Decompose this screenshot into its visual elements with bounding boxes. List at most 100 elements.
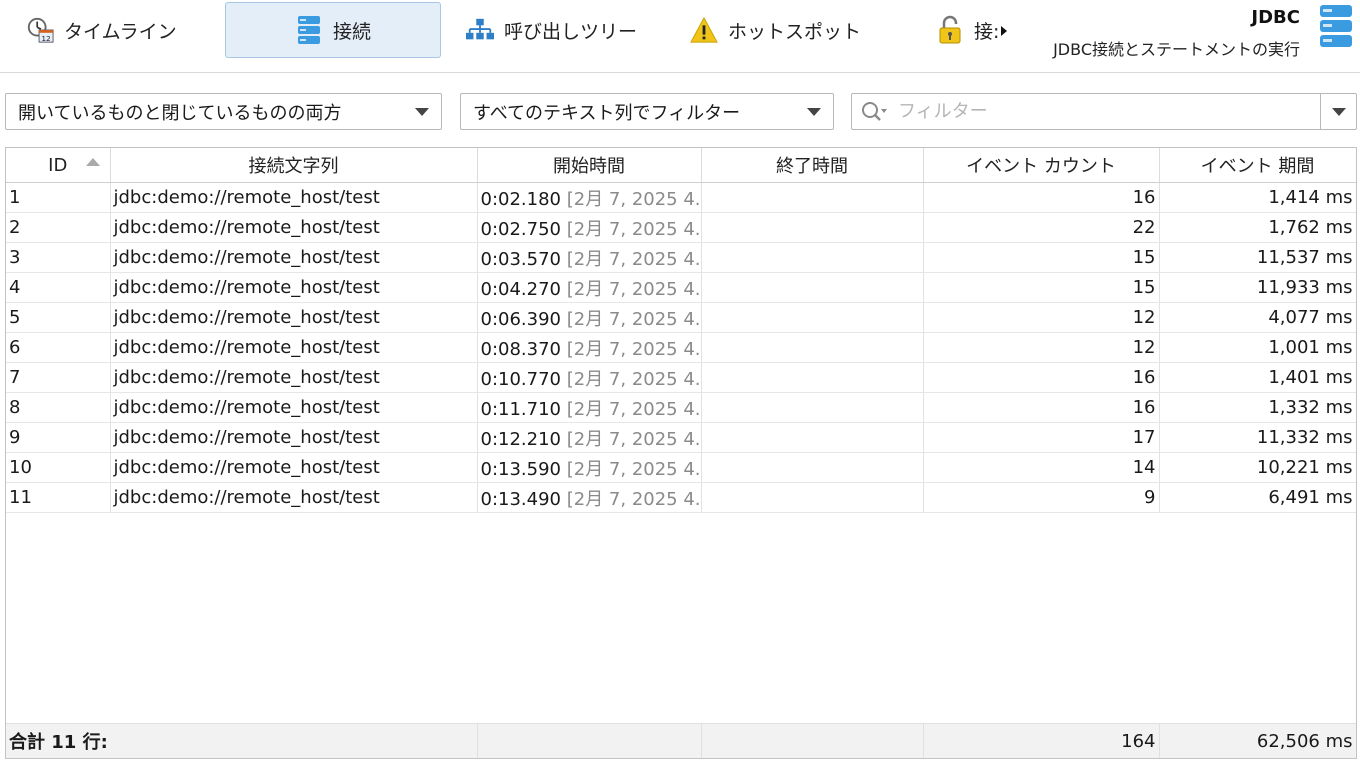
cell-id: 5 (6, 302, 111, 333)
start-date-value: [2月 7, 2025 4.. (566, 308, 701, 330)
tab-call-tree[interactable]: 呼び出しツリー (466, 2, 666, 58)
cell-connection-string: jdbc:demo://remote_host/test (110, 182, 478, 213)
cell-connection-string: jdbc:demo://remote_host/test (110, 452, 478, 483)
cell-id: 10 (6, 452, 111, 483)
table-row[interactable]: 10 jdbc:demo://remote_host/test 0:13.590 [… (6, 452, 1356, 483)
cell-event-count: 12 (923, 332, 1160, 363)
column-header-start-time[interactable]: 開始時間 (477, 148, 702, 183)
table-row[interactable]: 6 jdbc:demo://remote_host/test 0:08.370 [2… (6, 332, 1356, 363)
tab-scroll-right-icon[interactable] (1001, 26, 1007, 36)
table-row[interactable]: 7 jdbc:demo://remote_host/test 0:10.770 [2… (6, 362, 1356, 393)
table-row[interactable]: 5 jdbc:demo://remote_host/test 0:06.390 [2… (6, 302, 1356, 333)
cell-id: 7 (6, 362, 111, 393)
search-history-dropdown[interactable] (1320, 94, 1356, 129)
cell-id: 11 (6, 482, 111, 513)
column-header-id[interactable]: ID (6, 148, 111, 183)
footer-total-count: 164 (923, 724, 1160, 758)
start-time-value: 0:02.750 (480, 218, 562, 240)
view-toolbar: 12 タイムライン 接続 呼び出しツリー ホットスポット 接: JDBC JDB… (0, 0, 1360, 73)
cell-event-duration: 1,414 ms (1159, 182, 1356, 213)
cell-connection-string: jdbc:demo://remote_host/test (110, 422, 478, 453)
database-icon (295, 16, 323, 44)
cell-id: 2 (6, 212, 111, 243)
cell-end-time (701, 332, 924, 363)
table-row[interactable]: 3 jdbc:demo://remote_host/test 0:03.570 [2… (6, 242, 1356, 273)
cell-event-count: 14 (923, 452, 1160, 483)
chevron-down-icon (415, 107, 429, 116)
cell-event-duration: 4,077 ms (1159, 302, 1356, 333)
probe-title: JDBC (1251, 7, 1300, 28)
cell-event-count: 16 (923, 362, 1160, 393)
cell-start-time: 0:02.750 [2月 7, 2025 4.. (477, 212, 702, 243)
call-tree-icon (466, 16, 494, 44)
cell-end-time (701, 452, 924, 483)
start-date-value: [2月 7, 2025 4.. (566, 278, 701, 300)
cell-event-duration: 1,762 ms (1159, 212, 1356, 243)
table-header-row: ID 接続文字列 開始時間 終了時間 イベント カウント イベント 期間 (6, 148, 1356, 183)
cell-end-time (701, 212, 924, 243)
table-row[interactable]: 8 jdbc:demo://remote_host/test 0:11.710 [2… (6, 392, 1356, 423)
tab-connections[interactable]: 接続 (225, 2, 441, 58)
chevron-down-icon (807, 107, 821, 116)
cell-end-time (701, 182, 924, 213)
table-row[interactable]: 1 jdbc:demo://remote_host/test 0:02.180 [2… (6, 182, 1356, 213)
cell-connection-string: jdbc:demo://remote_host/test (110, 362, 478, 393)
start-time-value: 0:13.490 (480, 488, 562, 510)
cell-end-time (701, 392, 924, 423)
cell-start-time: 0:03.570 [2月 7, 2025 4.. (477, 242, 702, 273)
search-icon[interactable] (858, 97, 892, 127)
cell-end-time (701, 302, 924, 333)
cell-id: 8 (6, 392, 111, 423)
tab-hotspots[interactable]: ホットスポット (690, 2, 890, 58)
table-row[interactable]: 11 jdbc:demo://remote_host/test 0:13.490 [… (6, 482, 1356, 513)
cell-event-duration: 10,221 ms (1159, 452, 1356, 483)
connections-table: ID 接続文字列 開始時間 終了時間 イベント カウント イベント 期間 1 jd… (5, 147, 1357, 759)
filter-search-input[interactable] (892, 96, 1320, 127)
cell-connection-string: jdbc:demo://remote_host/test (110, 482, 478, 513)
start-time-value: 0:06.390 (480, 308, 562, 330)
cell-start-time: 0:06.390 [2月 7, 2025 4.. (477, 302, 702, 333)
column-header-event-count[interactable]: イベント カウント (923, 148, 1160, 183)
cell-event-count: 15 (923, 272, 1160, 303)
tab-label: ホットスポット (728, 20, 862, 43)
jdbc-database-icon (1319, 4, 1353, 52)
column-header-connection-string[interactable]: 接続文字列 (110, 148, 478, 183)
tab-label: タイムライン (64, 20, 177, 43)
cell-connection-string: jdbc:demo://remote_host/test (110, 242, 478, 273)
cell-connection-string: jdbc:demo://remote_host/test (110, 302, 478, 333)
cell-event-count: 12 (923, 302, 1160, 333)
column-header-end-time[interactable]: 終了時間 (701, 148, 924, 183)
cell-connection-string: jdbc:demo://remote_host/test (110, 212, 478, 243)
table-row[interactable]: 9 jdbc:demo://remote_host/test 0:12.210 [2… (6, 422, 1356, 453)
table-row[interactable]: 4 jdbc:demo://remote_host/test 0:04.270 [2… (6, 272, 1356, 303)
footer-empty-cell (701, 724, 924, 758)
cell-end-time (701, 482, 924, 513)
open-closed-filter-value: 開いているものと閉じているものの両方 (18, 102, 342, 124)
cell-event-count: 15 (923, 242, 1160, 273)
cell-id: 6 (6, 332, 111, 363)
cell-event-count: 16 (923, 182, 1160, 213)
open-closed-filter-select[interactable]: 開いているものと閉じているものの両方 (5, 93, 442, 130)
cell-event-duration: 11,933 ms (1159, 272, 1356, 303)
tab-locks[interactable]: 接: (936, 2, 1000, 58)
tab-timeline[interactable]: 12 タイムライン (26, 2, 216, 58)
table-row[interactable]: 2 jdbc:demo://remote_host/test 0:02.750 [2… (6, 212, 1356, 243)
cell-end-time (701, 242, 924, 273)
cell-start-time: 0:08.370 [2月 7, 2025 4.. (477, 332, 702, 363)
cell-end-time (701, 362, 924, 393)
probe-subtitle: JDBC接続とステートメントの実行 (1053, 40, 1300, 59)
tab-label: 接続 (332, 20, 371, 43)
timeline-clock-icon: 12 (26, 16, 54, 44)
start-date-value: [2月 7, 2025 4.. (566, 458, 701, 480)
cell-event-duration: 11,537 ms (1159, 242, 1356, 273)
start-time-value: 0:11.710 (480, 398, 562, 420)
column-header-event-duration[interactable]: イベント 期間 (1159, 148, 1356, 183)
cell-event-duration: 1,332 ms (1159, 392, 1356, 423)
cell-event-count: 17 (923, 422, 1160, 453)
start-time-value: 0:03.570 (480, 248, 562, 270)
cell-start-time: 0:11.710 [2月 7, 2025 4.. (477, 392, 702, 423)
chevron-down-icon (1331, 107, 1346, 116)
cell-id: 3 (6, 242, 111, 273)
start-date-value: [2月 7, 2025 4.. (566, 248, 701, 270)
column-filter-select[interactable]: すべてのテキスト列でフィルター (460, 93, 834, 130)
